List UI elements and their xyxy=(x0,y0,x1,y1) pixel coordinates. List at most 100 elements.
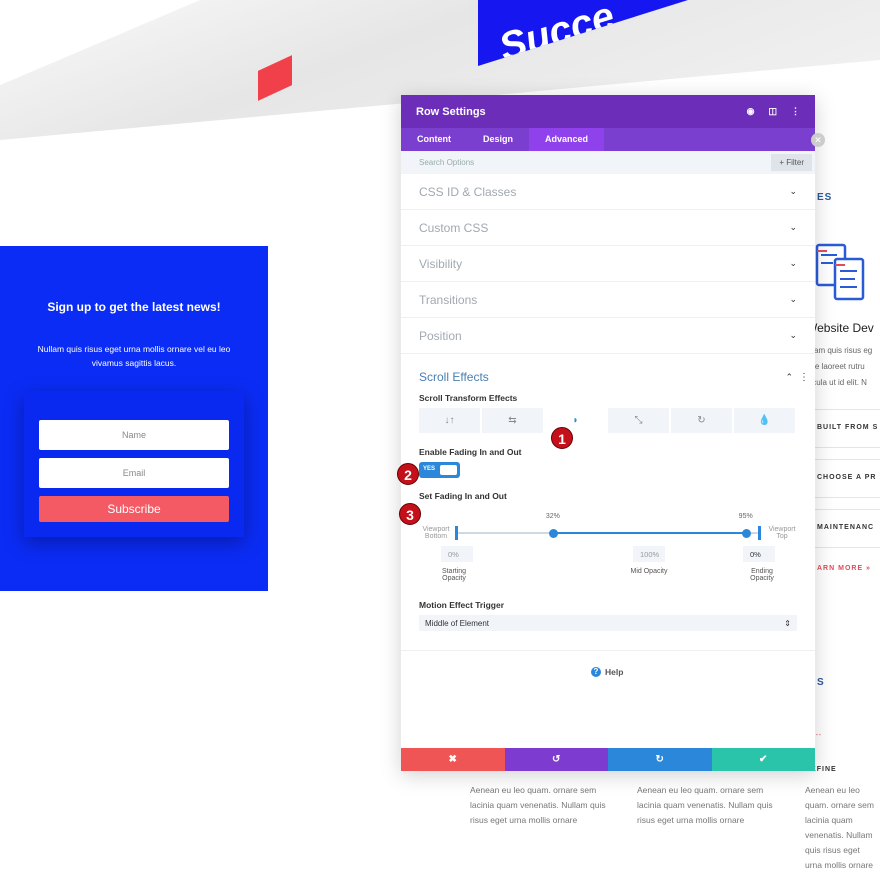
service-text: gue laoreet rutru xyxy=(806,362,865,371)
service-text: nicula ut id elit. N xyxy=(806,378,867,387)
transform-label: Scroll Transform Effects xyxy=(419,393,518,403)
mid-opacity-input[interactable]: 100% xyxy=(633,546,665,562)
signup-form: Name Email Subscribe xyxy=(24,391,244,537)
mid-opacity-label: Mid Opacity xyxy=(630,568,668,575)
subscribe-button[interactable]: Subscribe xyxy=(39,496,229,522)
help-label: Help xyxy=(605,667,624,677)
close-circle-icon[interactable]: ✕ xyxy=(811,133,825,147)
step-text: Aenean eu leo quam. ornare sem lacinia q… xyxy=(805,785,874,870)
undo-button[interactable]: ↺ xyxy=(504,748,608,771)
section-label: S xyxy=(817,677,825,688)
filter-button[interactable]: + Filter xyxy=(771,154,812,171)
starting-opacity-input[interactable]: 0% xyxy=(441,546,473,562)
search-input[interactable]: Search Options xyxy=(419,158,771,167)
divider xyxy=(401,650,815,651)
divider xyxy=(815,447,880,448)
step-text: Aenean eu leo quam. ornare sem lacinia q… xyxy=(637,785,773,825)
divider xyxy=(815,409,880,410)
save-button[interactable]: ✔ xyxy=(711,748,815,771)
panel-title: Row Settings xyxy=(416,105,486,118)
chevron-up-icon[interactable]: ⌃ xyxy=(785,372,793,383)
cancel-button[interactable]: ✖ xyxy=(401,748,505,771)
step-badge: 1 xyxy=(551,427,573,449)
fade-range-slider[interactable]: 32% 95% xyxy=(455,513,761,541)
panel-tabs: Content Design Advanced xyxy=(401,128,815,151)
viewport-top-handle[interactable] xyxy=(758,526,761,540)
more-vertical-icon[interactable]: ⋮ xyxy=(791,106,800,117)
section-label: CSS ID & Classes xyxy=(419,184,517,199)
section-label: Custom CSS xyxy=(419,220,489,235)
email-input[interactable]: Email xyxy=(39,458,229,488)
start-percent: 32% xyxy=(545,513,560,520)
redo-button[interactable]: ↻ xyxy=(608,748,712,771)
divider xyxy=(815,497,880,498)
horizontal-motion-icon[interactable]: ⇆ xyxy=(482,408,545,433)
starting-opacity-label: Starting Opacity xyxy=(441,568,467,582)
trigger-value: Middle of Element xyxy=(425,619,490,628)
more-vertical-icon[interactable]: ⋮ xyxy=(799,372,809,383)
section-transitions[interactable]: Transitions ⌄ xyxy=(401,282,815,318)
section-label: Transitions xyxy=(419,292,478,307)
blur-icon[interactable]: 💧 xyxy=(734,408,797,433)
transform-effects: ↓↑ ⇆ ◗ ⤡ ↻ 💧 xyxy=(419,408,797,433)
slider-fill xyxy=(552,532,746,534)
chevron-down-icon: ⌄ xyxy=(789,294,797,304)
step-text: Aenean eu leo quam. ornare sem lacinia q… xyxy=(470,785,606,825)
set-fading-label: Set Fading In and Out xyxy=(419,491,507,501)
section-label: Visibility xyxy=(419,256,463,271)
tab-design[interactable]: Design xyxy=(467,128,529,151)
tab-advanced[interactable]: Advanced xyxy=(529,128,605,151)
chevron-down-icon: ⌄ xyxy=(789,186,797,196)
panel-header: Row Settings ◉ ◫ ⋮ xyxy=(401,95,815,128)
redo-icon: ↻ xyxy=(655,754,664,765)
step-badge: 2 xyxy=(397,463,419,485)
select-arrows-icon: ⇕ xyxy=(784,619,791,628)
chevron-down-icon: ⌄ xyxy=(789,222,797,232)
trigger-label: Motion Effect Trigger xyxy=(419,600,504,610)
row-settings-panel: Row Settings ◉ ◫ ⋮ Content Design Advanc… xyxy=(397,95,815,771)
toggle-label: YES xyxy=(423,466,436,472)
viewport-top-label: Viewport Top xyxy=(768,526,796,540)
section-custom-css[interactable]: Custom CSS ⌄ xyxy=(401,210,815,246)
section-label: Position xyxy=(419,328,462,343)
section-label: ES xyxy=(817,192,833,203)
divider xyxy=(815,547,880,548)
close-icon: ✖ xyxy=(448,754,457,765)
list-item: BUILT FROM S xyxy=(817,424,879,431)
divider xyxy=(815,509,880,510)
list-item: CHOOSE A PR xyxy=(817,474,877,481)
scale-icon[interactable]: ⤡ xyxy=(608,408,671,433)
vertical-motion-icon[interactable]: ↓↑ xyxy=(419,408,482,433)
fade-label: Enable Fading In and Out xyxy=(419,447,522,457)
chevron-down-icon: ⌄ xyxy=(789,330,797,340)
columns-icon[interactable]: ◫ xyxy=(768,106,777,117)
service-text: ullam quis risus eg xyxy=(806,346,873,355)
end-percent: 95% xyxy=(738,513,753,520)
chevron-down-icon: ⌄ xyxy=(789,258,797,268)
section-visibility[interactable]: Visibility ⌄ xyxy=(401,246,815,282)
target-icon[interactable]: ◉ xyxy=(747,106,755,117)
learn-more-link[interactable]: ARN MORE » xyxy=(817,565,879,572)
step-badge: 3 xyxy=(399,503,421,525)
signup-text: Nullam quis risus eget urna mollis ornar… xyxy=(37,344,231,368)
divider xyxy=(815,459,880,460)
signup-title: Sign up to get the latest news! xyxy=(47,300,221,314)
tab-content[interactable]: Content xyxy=(401,128,467,151)
fade-toggle[interactable]: YES xyxy=(419,462,460,478)
signup-section: Sign up to get the latest news! Nullam q… xyxy=(0,246,268,591)
start-handle[interactable] xyxy=(548,529,558,538)
end-handle[interactable] xyxy=(741,529,751,538)
viewport-bottom-handle[interactable] xyxy=(455,526,458,540)
rotate-icon[interactable]: ↻ xyxy=(671,408,734,433)
help-link[interactable]: ? Help xyxy=(591,667,623,677)
ending-opacity-input[interactable]: 0% xyxy=(743,546,775,562)
panel-footer: ✖ ↺ ↻ ✔ xyxy=(401,748,815,771)
scroll-effects-section: Scroll Effects ⌃ ⋮ Scroll Transform Effe… xyxy=(401,369,815,501)
section-position[interactable]: Position ⌄ xyxy=(401,318,815,354)
trigger-select[interactable]: Middle of Element ⇕ xyxy=(419,615,797,631)
name-input[interactable]: Name xyxy=(39,420,229,450)
scroll-effects-title[interactable]: Scroll Effects xyxy=(419,370,785,384)
section-css-id-classes[interactable]: CSS ID & Classes ⌄ xyxy=(401,174,815,210)
help-icon: ? xyxy=(591,667,601,677)
ending-opacity-label: Ending Opacity xyxy=(750,568,774,582)
